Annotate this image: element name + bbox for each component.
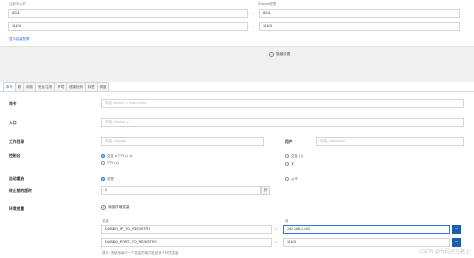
arrow-separator: → (251, 10, 255, 15)
env-var-name-input[interactable]: DUBBO_IP_TO_REGISTRY (101, 225, 272, 234)
port-right-input-1[interactable]: 8211 (259, 9, 460, 18)
tab-security-host[interactable]: 安全/主机 (34, 82, 56, 91)
console-option-none[interactable]: 无 (285, 161, 294, 166)
remove-env-button[interactable]: − (452, 238, 461, 247)
equals-separator: = (275, 226, 278, 231)
port-left-input-1[interactable]: 8211 (8, 9, 248, 18)
env-var-value-input[interactable]: 192.168.1.102 (283, 225, 450, 234)
entrypoint-input[interactable]: 例如: /bin/sh -c (101, 118, 464, 127)
radio-label: 无 (291, 162, 295, 166)
radio-icon (101, 161, 105, 165)
radio-label: 交互 & TTY (-i -t) (107, 154, 133, 158)
collapse-icon: − (269, 51, 274, 57)
radio-icon (285, 176, 289, 181)
add-env-button[interactable]: + 添加环境变量 (101, 205, 130, 210)
console-option-tty[interactable]: TTY (-t) (101, 161, 119, 165)
arrow-separator: → (251, 23, 255, 28)
radio-selected-icon (101, 153, 105, 158)
workdir-label: 工作目录 (9, 140, 25, 144)
env-var-value-input[interactable]: 11101 (283, 238, 450, 247)
env-label: 环境变量 (9, 207, 25, 211)
console-option-interactive[interactable]: 交互 (-i) (285, 153, 303, 158)
equals-separator: = (275, 239, 278, 244)
restart-option-always[interactable]: 总是 (101, 176, 114, 181)
tab-scheduling[interactable]: 调度 (96, 82, 110, 91)
radio-label: 交互 (-i) (291, 154, 303, 158)
env-paste-hint: 提示: 请使用每行一个变量的格式粘贴多个环境变量 (102, 251, 179, 255)
tab-healthcheck[interactable]: 健康检测 (66, 82, 86, 91)
restart-label: 自动重启 (9, 177, 25, 181)
advanced-config-link[interactable]: 显示高级配置 (9, 36, 29, 41)
restart-option-never[interactable]: 从不 (285, 176, 298, 181)
command-input[interactable]: 例如:/bin/sh -c 'echo hello' (101, 99, 464, 108)
radio-label: 总是 (107, 177, 114, 181)
radio-icon (285, 153, 289, 158)
stop-timeout-input[interactable]: 0 (101, 186, 261, 195)
user-label: 用户 (285, 140, 293, 144)
entrypoint-label: 入口 (9, 121, 17, 125)
port-left-input-2[interactable]: 11101 (8, 22, 248, 31)
env-value-column-header: 值 (285, 219, 289, 223)
workdir-input[interactable]: 例如: /myapp (101, 137, 264, 146)
radio-label: 从不 (291, 177, 298, 181)
remove-env-button[interactable]: − (452, 225, 461, 234)
seconds-unit-addon: 秒 (261, 186, 271, 195)
env-var-column-header: 变量 (102, 219, 109, 223)
left-column-label: 注册中心的 (9, 2, 26, 6)
console-label: 控制台 (9, 154, 21, 158)
collapse-label: 隐藏设置 (276, 52, 291, 56)
stop-timeout-label: 终止前的超时 (9, 189, 32, 193)
collapse-toggle[interactable]: − 隐藏设置 (269, 52, 290, 57)
tab-bar: 命令 卷 网络 安全/主机 环境 健康检测 标签 调度 (3, 82, 110, 91)
env-var-name-input[interactable]: DUBBO_PORT_TO_REGISTRY (101, 238, 272, 247)
add-env-label: 添加环境变量 (108, 205, 130, 209)
watermark: CSDN @代码还在路上 (419, 249, 470, 255)
right-column-label: Ruleset配置 (258, 2, 277, 6)
radio-selected-icon (101, 176, 105, 181)
port-right-input-2[interactable]: 11101 (259, 22, 460, 31)
radio-icon (285, 161, 289, 166)
command-label: 命令 (9, 102, 17, 106)
add-icon: + (101, 204, 106, 210)
divider (0, 46, 474, 47)
radio-label: TTY (-t) (107, 161, 119, 165)
tab-underline (0, 91, 474, 92)
console-option-interactive-tty[interactable]: 交互 & TTY (-i -t) (101, 153, 132, 158)
user-input[interactable]: 例如: username (316, 137, 464, 146)
section-background (0, 46, 474, 82)
